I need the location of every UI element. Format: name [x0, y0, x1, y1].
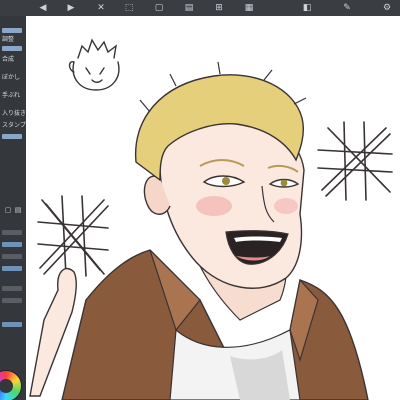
grid-icon[interactable]: ▦	[242, 2, 256, 14]
snap-icon[interactable]: ⊞	[212, 2, 226, 14]
layer-thumb-7[interactable]	[2, 322, 22, 327]
layer-thumb-2[interactable]	[2, 242, 22, 247]
layer-thumb-6[interactable]	[2, 298, 22, 303]
layer-icon[interactable]: ◧	[300, 2, 314, 14]
layer-thumb-5[interactable]	[2, 286, 22, 291]
crosshatch-right	[317, 121, 393, 201]
layer-add-icon[interactable]: ▢	[4, 206, 12, 214]
deselect-icon[interactable]: ▢	[152, 2, 166, 14]
panel-label-stabilizer: 手ぶれ	[2, 92, 21, 99]
layer-thumb-3[interactable]	[2, 254, 22, 259]
tool-property-panel: 調整 合成 ぼかし 手ぶれ 入り抜き スタンプ ▢ ▤	[0, 16, 27, 400]
layer-thumb-1[interactable]	[2, 230, 22, 235]
panel-label-adjust: 調整	[2, 36, 15, 43]
panel-label-stamp: スタンプ	[2, 122, 26, 129]
brush-preview-1[interactable]	[2, 28, 22, 33]
brush-preview-3[interactable]	[2, 134, 22, 139]
color-wheel[interactable]	[0, 370, 22, 400]
undo-icon[interactable]: ◀	[36, 2, 50, 14]
illustration	[29, 38, 393, 400]
clear-icon[interactable]: ✕	[94, 2, 108, 14]
layer-thumb-4[interactable]	[2, 266, 22, 271]
brush-preview-2[interactable]	[2, 46, 22, 51]
settings-icon[interactable]: ⚙	[380, 2, 394, 14]
canvas[interactable]	[26, 16, 400, 400]
transform-icon[interactable]: ⬚	[122, 2, 136, 14]
top-toolbar: ◀ ▶ ✕ ⬚ ▢ ▤ ⊞ ▦ ◧ ✎ ⚙	[0, 0, 400, 17]
doodle-sketch	[68, 38, 120, 91]
layer-folder-icon[interactable]: ▤	[14, 206, 22, 214]
crosshatch-left	[37, 195, 109, 277]
redo-icon[interactable]: ▶	[64, 2, 78, 14]
tools-icon[interactable]: ✎	[340, 2, 354, 14]
panel-label-composite: 合成	[2, 56, 15, 63]
panel-label-blur: ぼかし	[2, 74, 21, 81]
panel-label-taper: 入り抜き	[2, 110, 27, 117]
ruler-icon[interactable]: ▤	[182, 2, 196, 14]
